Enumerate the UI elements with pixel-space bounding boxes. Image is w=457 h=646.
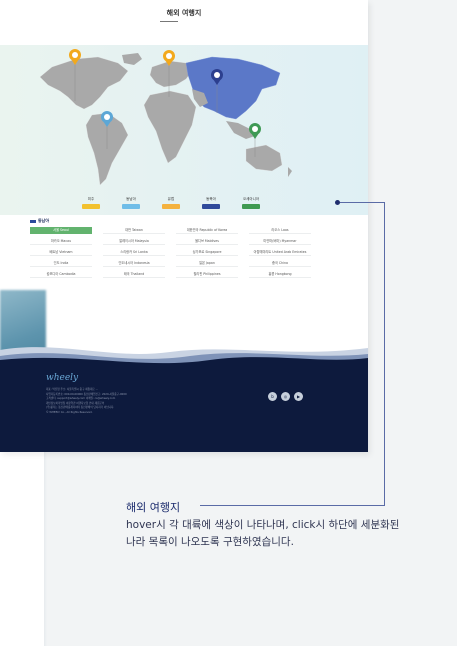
legend-swatch (162, 204, 180, 209)
legend-item[interactable]: 유럽 (160, 197, 182, 209)
country-item[interactable]: 라오스 Laos (249, 227, 311, 234)
flag-icon (30, 219, 36, 223)
continent-north-america (39, 56, 129, 110)
world-map[interactable] (0, 45, 368, 215)
annotation-title: 해외 여행지 (126, 501, 181, 514)
connector-line (384, 202, 385, 505)
country-item[interactable]: 미얀마(버마) Myanmar (249, 238, 311, 245)
country-item[interactable]: 태국 Thailand (103, 271, 165, 278)
page-title: 해외 여행지 (166, 9, 202, 17)
annotation-description: hover시 각 대륙에 색상이 나타나며, click시 하단에 세분화된 나… (126, 519, 400, 548)
continent-africa (143, 90, 197, 164)
continent-asia (185, 56, 281, 120)
country-item[interactable]: 스리랑카 Sri Lanka (103, 249, 165, 256)
footer-info: 대표: 박진영 주소: 서울특별시 중구 세종대로 ... 사업자등록번호: 00… (46, 388, 196, 416)
connector-line (340, 202, 384, 203)
legend-label: 동북아 (206, 197, 216, 201)
continent-oceania (245, 144, 283, 172)
footer-logo[interactable]: wheely (46, 373, 78, 383)
region-label: 동남아 (38, 218, 50, 223)
region-tag: 동남아 (30, 218, 350, 224)
continent-europe (149, 60, 193, 88)
legend-item[interactable]: 미주 (80, 197, 102, 209)
country-item[interactable]: 인도 India (30, 260, 92, 267)
legend-swatch (122, 204, 140, 209)
legend-item[interactable]: 동남아 (120, 197, 142, 209)
continent-legend: 미주 동남아 유럽 동북아 오세아니아 (80, 197, 262, 209)
country-grid: 서울 Seoul 대만 Taiwan 대한민국 Republic of Korea 라… (30, 227, 350, 278)
legend-label: 미주 (87, 197, 95, 201)
legend-item[interactable]: 오세아니아 (240, 197, 262, 209)
country-item[interactable]: 대만 Taiwan (103, 227, 165, 234)
country-item[interactable]: 홍콩 Hongkong (249, 271, 311, 278)
country-item[interactable]: 마카오 Macau (30, 238, 92, 245)
legend-swatch (82, 204, 100, 209)
country-item[interactable]: 몰디브 Maldives (176, 238, 238, 245)
legend-swatch (242, 204, 260, 209)
continent-greenland (122, 53, 142, 65)
legend-swatch (202, 204, 220, 209)
country-item[interactable]: 대한민국 Republic of Korea (176, 227, 238, 234)
design-board: 해외 여행지 미주 동남아 유럽 동북아 오세아니아 동남아 서울 Seoul … (0, 0, 457, 646)
country-item[interactable]: 말레이시아 Malaysia (103, 238, 165, 245)
youtube-icon[interactable]: ▶ (294, 392, 303, 401)
legend-label: 오세아니아 (242, 197, 260, 201)
country-item-active[interactable]: 서울 Seoul (30, 227, 92, 234)
social-links: b ◎ ▶ (268, 392, 303, 401)
country-item[interactable]: 캄보디아 Cambodia (30, 271, 92, 278)
country-item[interactable]: 아랍에미리트 United Arab Emirates (249, 249, 311, 256)
country-list-section: 동남아 서울 Seoul 대만 Taiwan 대한민국 Republic of Ko… (30, 218, 350, 278)
region-new-zealand (288, 167, 292, 177)
blog-icon[interactable]: b (268, 392, 277, 401)
country-item[interactable]: 필리핀 Philippines (176, 271, 238, 278)
instagram-icon[interactable]: ◎ (281, 392, 290, 401)
connector-line (200, 505, 385, 506)
country-item[interactable]: 싱가포르 Singapore (176, 249, 238, 256)
country-item[interactable]: 일본 Japan (176, 260, 238, 267)
country-item[interactable]: 베트남 Vietnam (30, 249, 92, 256)
footer-info-line: © WHEELY Co., All Rights Reserved. (46, 410, 93, 414)
world-map-svg (39, 49, 292, 186)
country-item[interactable]: 중국 China (249, 260, 311, 267)
legend-label: 동남아 (126, 197, 136, 201)
legend-label: 유럽 (167, 197, 175, 201)
legend-item[interactable]: 동북아 (200, 197, 222, 209)
title-underline (160, 21, 178, 22)
country-item[interactable]: 인도네시아 Indonesia (103, 260, 165, 267)
